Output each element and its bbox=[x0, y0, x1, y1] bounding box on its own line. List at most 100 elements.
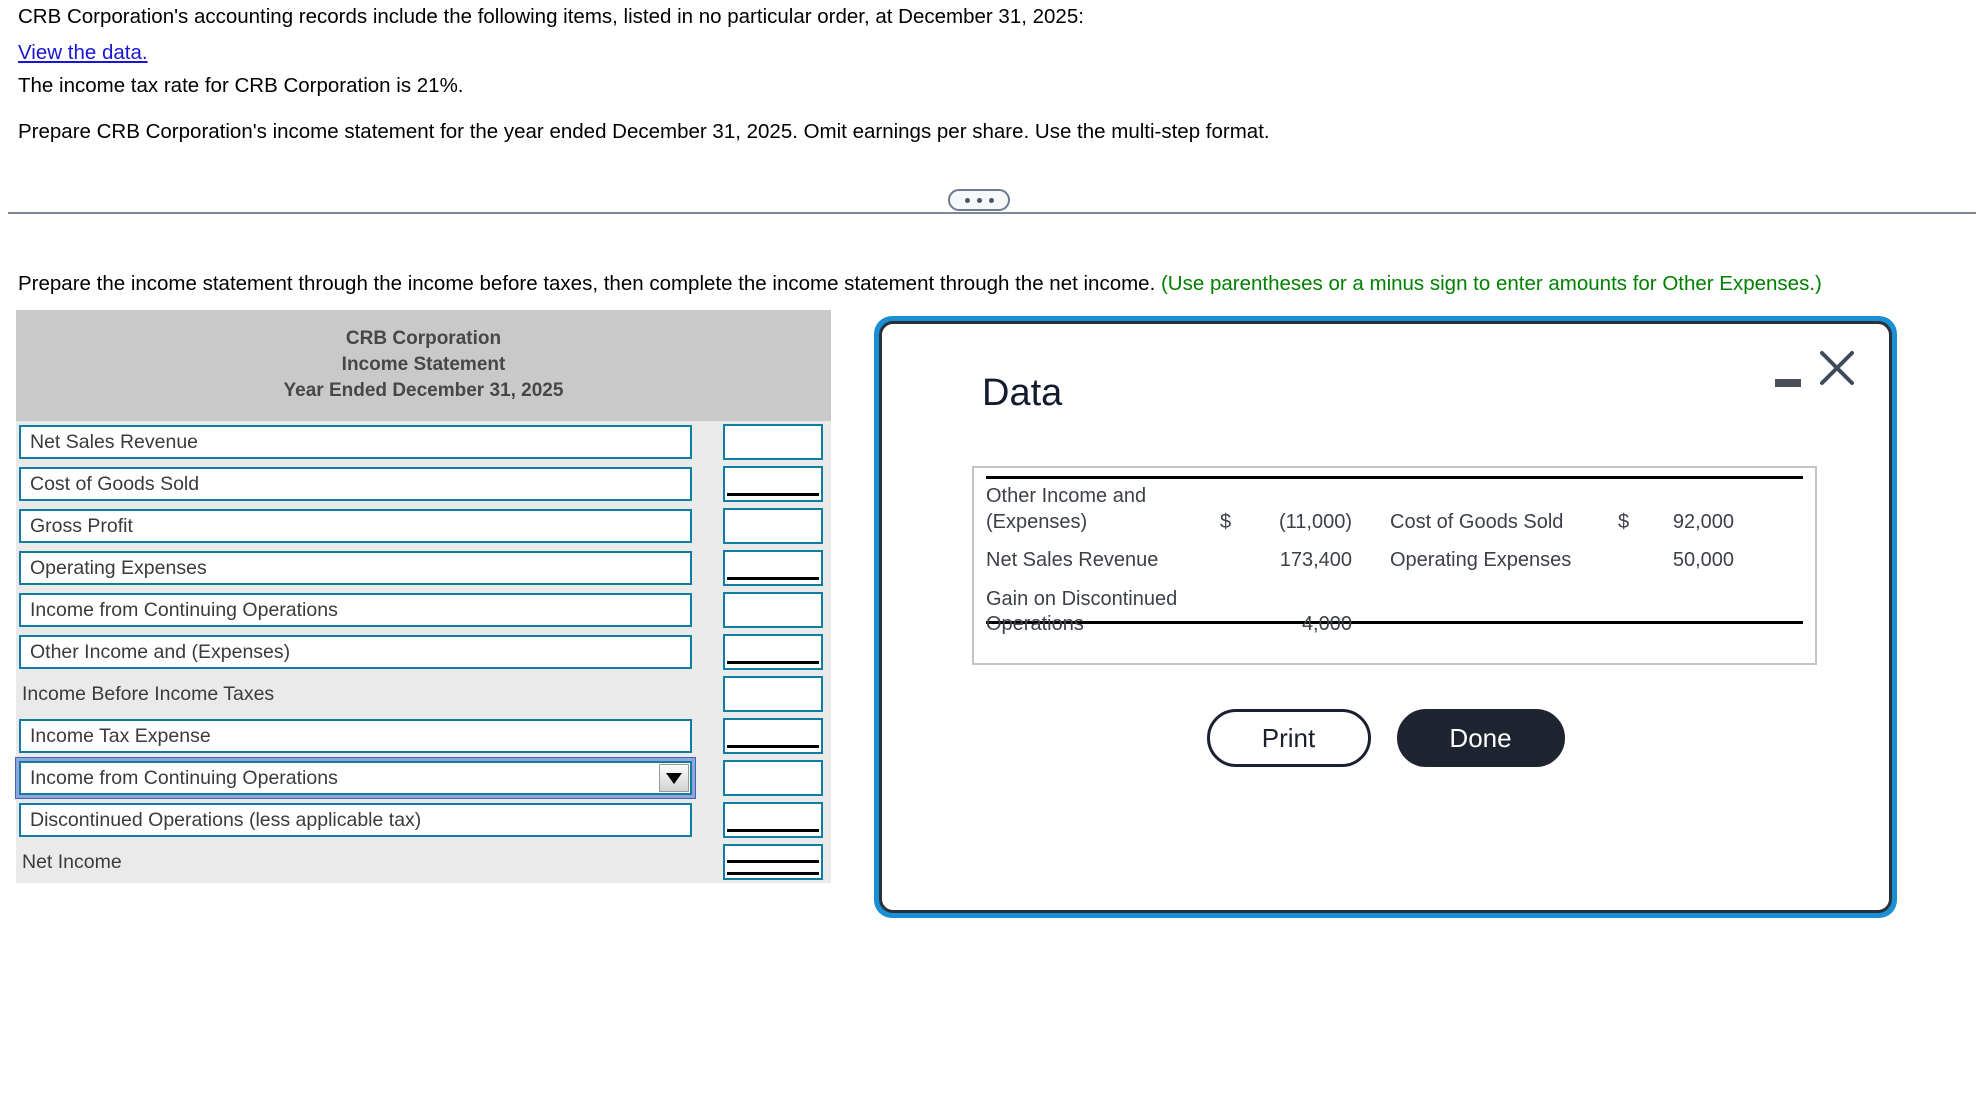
amount-input[interactable] bbox=[723, 550, 823, 586]
statement-row: Cost of Goods Sold bbox=[16, 463, 831, 505]
prompt-line-task: Prepare CRB Corporation's income stateme… bbox=[18, 120, 1270, 143]
statement-row-label-cell: Income Tax Expense bbox=[19, 719, 692, 753]
instruction-note: (Use parentheses or a minus sign to ente… bbox=[1160, 272, 1822, 295]
spacer-cell bbox=[1242, 587, 1352, 613]
amount-input[interactable] bbox=[723, 718, 823, 754]
statement-amount-cell bbox=[723, 424, 823, 460]
data-left-amount: 4,000 bbox=[1301, 613, 1352, 636]
close-icon[interactable] bbox=[1815, 346, 1859, 390]
amount-input[interactable] bbox=[723, 466, 823, 502]
statement-amount-cell bbox=[723, 634, 823, 670]
statement-row-label-cell: Cost of Goods Sold bbox=[19, 467, 692, 501]
data-right-amount: 50,000 bbox=[1672, 549, 1734, 572]
statement-row: Net Income bbox=[16, 841, 831, 883]
data-label-line1: Other Income and bbox=[986, 485, 1147, 507]
minimize-bar bbox=[1775, 379, 1801, 387]
data-label-line1: Gain on Discontinued bbox=[986, 587, 1178, 610]
statement-amount-cell bbox=[723, 844, 823, 880]
data-table-row-continuation: Gain on Discontinued bbox=[986, 587, 1734, 613]
prompt-line-tax-rate: The income tax rate for CRB Corporation … bbox=[18, 74, 464, 97]
statement-row-label-cell: Income from Continuing Operations bbox=[19, 761, 692, 795]
amount-input[interactable] bbox=[723, 592, 823, 628]
data-dialog: Data Other Income and (Expenses) $ (11,000)… bbox=[879, 321, 1892, 913]
account-name-input[interactable]: Discontinued Operations (less applicable… bbox=[19, 803, 692, 837]
data-table-row-continuation: Other Income and bbox=[986, 484, 1734, 510]
amount-input[interactable] bbox=[723, 634, 823, 670]
spacer-cell bbox=[1390, 587, 1608, 613]
account-name-input[interactable]: Net Sales Revenue bbox=[19, 425, 692, 459]
statement-amount-cell bbox=[723, 466, 823, 502]
account-select-value: Income from Continuing Operations bbox=[30, 766, 338, 789]
spacer-cell bbox=[1352, 510, 1390, 536]
account-name-input[interactable]: Operating Expenses bbox=[19, 551, 692, 585]
instruction-text: Prepare the income statement through the… bbox=[18, 272, 1161, 295]
statement-row-label: Net Income bbox=[22, 850, 122, 873]
statement-row: Other Income and (Expenses) bbox=[16, 631, 831, 673]
data-left-label: Operations bbox=[986, 613, 1084, 636]
data-left-currency bbox=[1208, 548, 1242, 574]
statement-row: Income from Continuing Operations bbox=[16, 589, 831, 631]
header-company-name: CRB Corporation bbox=[345, 328, 502, 349]
data-dialog-focus-ring: Data Other Income and (Expenses) $ (11,000)… bbox=[874, 316, 1897, 918]
divider-expand-handle[interactable] bbox=[948, 189, 1010, 211]
statement-row: Operating Expenses bbox=[16, 547, 831, 589]
account-name-input[interactable]: Income from Continuing Operations bbox=[19, 593, 692, 627]
statement-row-label-cell: Discontinued Operations (less applicable… bbox=[19, 803, 692, 837]
statement-row-label-cell: Gross Profit bbox=[19, 509, 692, 543]
income-statement-header: CRB Corporation Income Statement Year En… bbox=[16, 310, 831, 421]
amount-input[interactable] bbox=[723, 508, 823, 544]
statement-row: Income from Continuing Operations bbox=[16, 757, 831, 799]
data-table-row: Operations 4,000 bbox=[986, 612, 1734, 638]
data-table: Other Income and (Expenses) $ (11,000) Cost … bbox=[986, 484, 1734, 638]
data-right-amount: 92,000 bbox=[1672, 510, 1734, 533]
spacer-cell bbox=[1208, 587, 1242, 613]
statement-amount-cell bbox=[723, 592, 823, 628]
spacer-cell bbox=[1352, 484, 1390, 510]
statement-row-label-cell: Other Income and (Expenses) bbox=[19, 635, 692, 669]
statement-amount-cell bbox=[723, 718, 823, 754]
statement-row-label-cell: Net Sales Revenue bbox=[19, 425, 692, 459]
amount-input[interactable] bbox=[723, 424, 823, 460]
view-the-data-link[interactable]: View the data. bbox=[18, 41, 148, 65]
statement-amount-cell bbox=[723, 802, 823, 838]
account-name-input[interactable]: Cost of Goods Sold bbox=[19, 467, 692, 501]
statement-row-label-cell: Net Income bbox=[19, 845, 692, 879]
income-statement-rows: Net Sales Revenue Cost of Goods Sold Gross… bbox=[16, 421, 831, 883]
account-name-input[interactable]: Other Income and (Expenses) bbox=[19, 635, 692, 669]
data-panel: Other Income and (Expenses) $ (11,000) Cost … bbox=[972, 466, 1817, 665]
data-left-amount: (11,000) bbox=[1278, 510, 1352, 533]
spacer-cell bbox=[1642, 484, 1734, 510]
statement-row: Discontinued Operations (less applicable… bbox=[16, 799, 831, 841]
spacer-cell bbox=[1242, 484, 1352, 510]
spacer-cell bbox=[986, 535, 1734, 548]
data-table-spacer bbox=[986, 535, 1734, 548]
spacer-cell bbox=[1352, 612, 1390, 638]
data-right-label bbox=[1390, 612, 1608, 638]
done-button[interactable]: Done bbox=[1396, 709, 1565, 767]
account-name-input[interactable]: Income Tax Expense bbox=[19, 719, 692, 753]
dialog-button-row: Print Done bbox=[882, 709, 1889, 767]
data-right-currency bbox=[1608, 612, 1642, 638]
chevron-down-icon[interactable] bbox=[659, 764, 689, 792]
amount-input[interactable] bbox=[723, 844, 823, 880]
data-left-currency bbox=[1208, 612, 1242, 638]
spacer-cell bbox=[1352, 587, 1390, 613]
data-right-amount bbox=[1642, 612, 1734, 638]
statement-amount-cell bbox=[723, 676, 823, 712]
account-name-input[interactable]: Gross Profit bbox=[19, 509, 692, 543]
dot-icon bbox=[964, 197, 970, 203]
minimize-icon[interactable] bbox=[1774, 368, 1802, 398]
statement-row: Gross Profit bbox=[16, 505, 831, 547]
spacer-cell bbox=[986, 574, 1734, 587]
account-select[interactable]: Income from Continuing Operations bbox=[19, 761, 692, 795]
spacer-cell bbox=[1390, 484, 1608, 510]
data-right-currency bbox=[1608, 548, 1642, 574]
amount-input[interactable] bbox=[723, 802, 823, 838]
print-button[interactable]: Print bbox=[1206, 709, 1371, 767]
statement-row-label-cell: Income from Continuing Operations bbox=[19, 593, 692, 627]
statement-row: Income Before Income Taxes bbox=[16, 673, 831, 715]
amount-input[interactable] bbox=[723, 760, 823, 796]
data-left-label: (Expenses) bbox=[986, 510, 1088, 533]
amount-input[interactable] bbox=[723, 676, 823, 712]
dialog-title: Data bbox=[982, 372, 1063, 414]
